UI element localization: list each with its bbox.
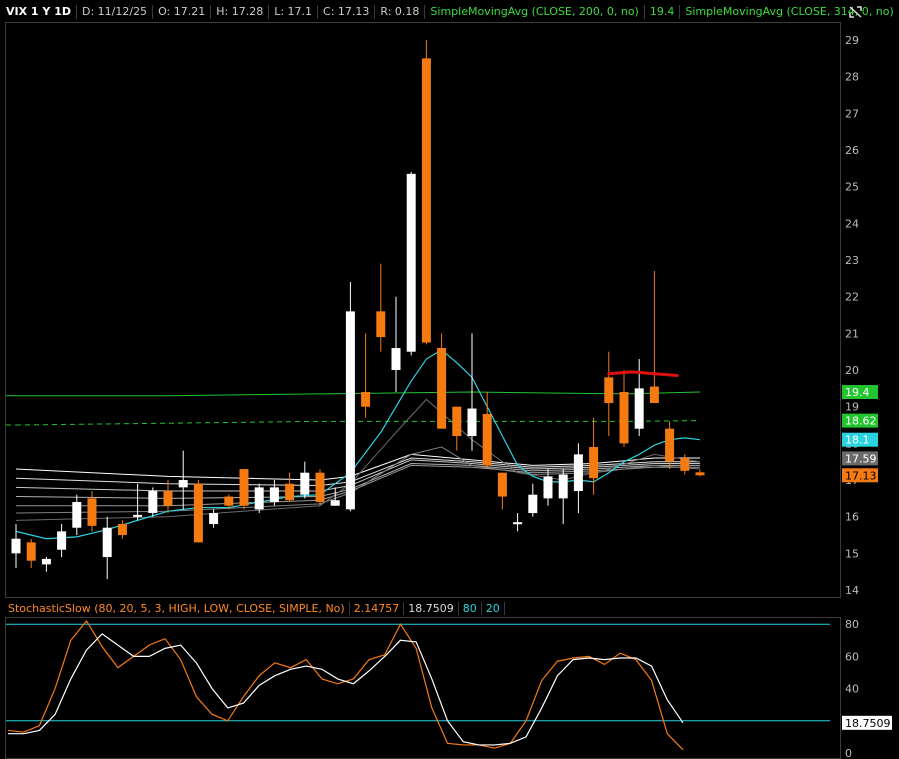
candle-body <box>573 454 583 492</box>
candle-body <box>285 483 295 501</box>
candle-body <box>513 522 523 525</box>
candle-body <box>695 472 705 476</box>
annotation-curve <box>607 370 679 378</box>
price-tick-label: 25 <box>845 181 859 194</box>
stochastic-line <box>7 619 684 751</box>
candle-body <box>72 502 82 528</box>
candle-body <box>452 406 462 437</box>
price-tick-label: 21 <box>845 327 859 340</box>
price-tick-label: 20 <box>845 364 859 377</box>
candle-body <box>163 491 173 506</box>
candle-body <box>254 487 264 510</box>
price-tick-label: 23 <box>845 254 859 267</box>
candle-body <box>497 472 507 497</box>
stochastic-tick-label: 0 <box>845 747 852 759</box>
price-badge-label: 17.13 <box>845 469 877 482</box>
ema-line <box>15 349 701 540</box>
candle-body <box>345 311 355 510</box>
candle-body <box>117 524 127 536</box>
candle-body <box>148 491 158 514</box>
price-tick-label: 29 <box>845 34 859 47</box>
candle-body <box>543 476 553 499</box>
candle-body <box>315 472 325 503</box>
price-badge-label: 18.62 <box>845 415 877 428</box>
sma200-line <box>16 391 701 397</box>
candle-body <box>26 542 36 561</box>
candle-body <box>41 558 51 565</box>
price-tick-label: 22 <box>845 291 859 304</box>
price-tick-label: 14 <box>845 584 859 597</box>
candle-body <box>634 388 644 429</box>
candle-body <box>437 348 447 429</box>
stochastic-tick-label: 80 <box>845 618 859 631</box>
candle-body <box>57 531 67 550</box>
price-tick-label: 27 <box>845 107 859 120</box>
sma314-line <box>15 420 701 426</box>
candle-body <box>330 500 340 506</box>
stochastic-line <box>8 633 684 746</box>
price-badge-label: 19.4 <box>845 386 870 399</box>
candle-body <box>87 498 97 526</box>
price-tick-label: 15 <box>845 547 859 560</box>
price-tick-label: 24 <box>845 217 859 230</box>
candle-body <box>178 480 188 488</box>
candle-body <box>406 173 416 352</box>
candle-body <box>604 377 614 404</box>
stochastic-chart[interactable]: 02040608018.7509 <box>0 600 899 759</box>
candle-body <box>619 392 629 444</box>
candle-body <box>361 392 371 407</box>
candle-body <box>239 469 249 506</box>
price-badge-label: 18.1 <box>845 434 870 447</box>
candle-body <box>649 386 659 404</box>
candle-body <box>300 472 310 495</box>
candle-body <box>269 487 279 503</box>
price-tick-label: 19 <box>845 401 859 414</box>
price-tick-label: 28 <box>845 71 859 84</box>
stochastic-badge-label: 18.7509 <box>845 717 891 730</box>
price-tick-label: 26 <box>845 144 859 157</box>
stochastic-tick-label: 60 <box>845 650 859 663</box>
candle-body <box>11 538 21 554</box>
candle-body <box>193 483 203 543</box>
candle-body <box>589 447 599 479</box>
candle-body <box>376 311 386 338</box>
candle-body <box>665 428 675 462</box>
candle-body <box>421 58 431 343</box>
candle-body <box>224 496 234 506</box>
candle-body <box>482 414 492 466</box>
candle-body <box>102 527 112 558</box>
candle-body <box>209 513 219 525</box>
price-tick-label: 16 <box>845 511 859 524</box>
stochastic-tick-label: 40 <box>845 683 859 696</box>
candle-body <box>528 494 538 514</box>
candle-body <box>680 458 690 471</box>
candle-body <box>558 474 568 499</box>
price-chart[interactable]: 1415161718192021222324252627282919.418.6… <box>0 0 899 600</box>
candle-body <box>133 514 143 517</box>
price-badge-label: 17.59 <box>845 452 877 465</box>
candle-body <box>467 408 477 437</box>
candle-body <box>391 348 401 371</box>
